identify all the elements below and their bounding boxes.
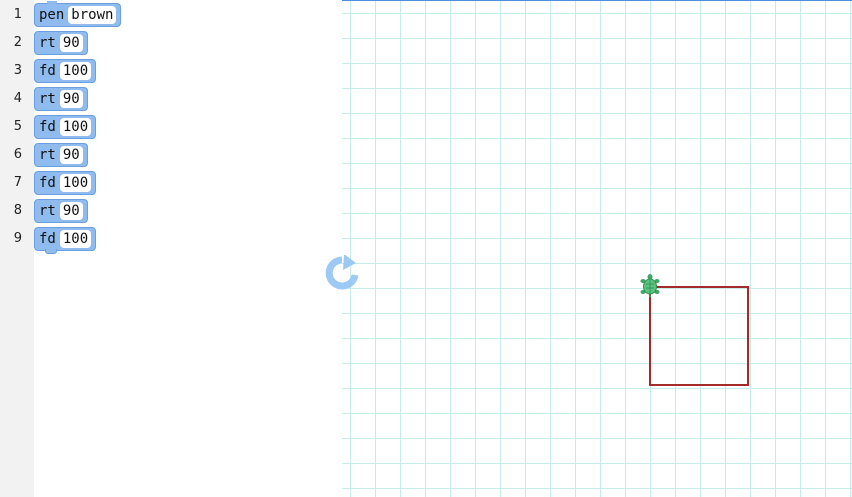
block-command: rt xyxy=(39,35,56,51)
code-block-fd[interactable]: fd 100 xyxy=(34,227,97,254)
block-command: fd xyxy=(39,63,56,79)
block-argument-input[interactable]: 100 xyxy=(59,118,92,136)
block-command: fd xyxy=(39,119,56,135)
block-command: fd xyxy=(39,175,56,191)
line-number: 2 xyxy=(13,35,22,50)
block-argument-input[interactable]: 90 xyxy=(59,202,83,220)
line-number-gutter: 1 2 3 4 5 6 7 8 9 xyxy=(0,0,34,497)
block-argument-input[interactable]: 90 xyxy=(59,90,83,108)
turtle-icon[interactable] xyxy=(639,273,661,297)
code-block-rt[interactable]: rt 90 xyxy=(34,143,88,167)
block-argument-input[interactable]: 100 xyxy=(59,230,92,248)
line-number: 6 xyxy=(13,147,22,162)
block-command: fd xyxy=(39,231,56,247)
block-argument-input[interactable]: 90 xyxy=(59,146,83,164)
code-block-pen[interactable]: pen brown xyxy=(34,1,122,27)
block-argument-input[interactable]: 100 xyxy=(59,174,92,192)
block-argument-input[interactable]: 90 xyxy=(59,34,83,52)
block-argument-input[interactable]: 100 xyxy=(59,62,92,80)
line-number: 8 xyxy=(13,203,22,218)
code-block-rt[interactable]: rt 90 xyxy=(34,199,88,223)
block-argument-input[interactable]: brown xyxy=(68,6,117,24)
line-number: 3 xyxy=(13,63,22,78)
block-notch xyxy=(47,1,57,5)
line-number: 7 xyxy=(13,175,22,190)
block-command: rt xyxy=(39,203,56,219)
drawn-square-path xyxy=(649,286,749,386)
block-tab xyxy=(45,249,57,254)
block-command: rt xyxy=(39,91,56,107)
reload-icon[interactable] xyxy=(322,255,360,291)
line-number: 1 xyxy=(13,7,22,22)
block-command: rt xyxy=(39,147,56,163)
code-block-rt[interactable]: rt 90 xyxy=(34,87,88,111)
code-block-rt[interactable]: rt 90 xyxy=(34,31,88,55)
block-command: pen xyxy=(39,7,65,23)
line-number: 4 xyxy=(13,91,22,106)
code-block-fd[interactable]: fd 100 xyxy=(34,171,97,195)
line-number: 5 xyxy=(13,119,22,134)
line-number: 9 xyxy=(13,231,22,246)
code-block-fd[interactable]: fd 100 xyxy=(34,59,97,83)
code-block-fd[interactable]: fd 100 xyxy=(34,115,97,139)
turtle-canvas-grid[interactable] xyxy=(342,1,852,497)
